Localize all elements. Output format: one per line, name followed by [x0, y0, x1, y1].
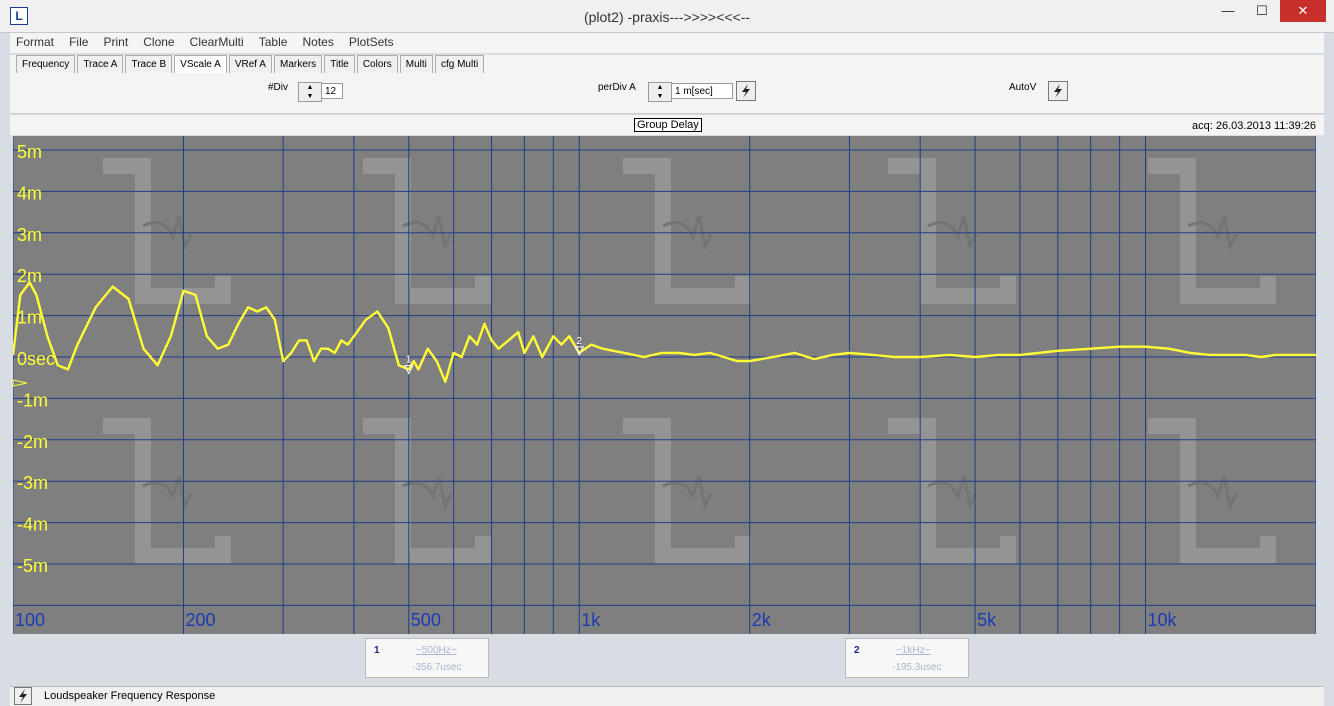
group-delay-chart[interactable]: 5m4m3m2m1m0sec-1m-2m-3m-4m-5m 100 200 500 1… [13, 136, 1316, 634]
perdiv-spinner[interactable]: ▲ ▼ [648, 82, 672, 102]
marker-number: 1 [374, 645, 380, 656]
marker-frequency[interactable]: ~1kHz~ [896, 645, 930, 656]
minimize-button[interactable]: — [1212, 0, 1244, 22]
status-bar: Loudspeaker Frequency Response [10, 686, 1324, 706]
menu-clone[interactable]: Clone [137, 33, 180, 51]
tab-colors[interactable]: Colors [356, 55, 398, 73]
marker-label: 2 [576, 336, 582, 347]
tab-title[interactable]: Title [324, 55, 355, 73]
autov-button[interactable] [1048, 81, 1068, 101]
menu-print[interactable]: Print [97, 33, 134, 51]
acquisition-timestamp: acq: 26.03.2013 11:39:26 [1192, 120, 1316, 132]
menu-format[interactable]: Format [10, 33, 60, 51]
y-tick-label: 5m [17, 142, 42, 162]
menu-file[interactable]: File [63, 33, 94, 51]
marker-number: 2 [854, 645, 860, 656]
close-button[interactable]: ✕ [1280, 0, 1326, 22]
menu-plotsets[interactable]: PlotSets [343, 33, 400, 51]
tab-trace-b[interactable]: Trace B [125, 55, 173, 73]
y-tick-label: -2m [17, 432, 48, 452]
y-tick-label: -3m [17, 473, 48, 493]
menu-notes[interactable]: Notes [296, 33, 339, 51]
x-tick-label: 200 [185, 610, 215, 630]
y-tick-label: -5m [17, 556, 48, 576]
lightning-icon [1054, 84, 1062, 98]
plot-title: Group Delay [634, 118, 702, 132]
maximize-button[interactable]: ☐ [1246, 0, 1278, 22]
marker-2-readout[interactable]: 2 ~1kHz~ -195.3usec [845, 638, 969, 678]
x-tick-label: 2k [752, 610, 772, 630]
menu-table[interactable]: Table [253, 33, 294, 51]
tab-frequency[interactable]: Frequency [16, 55, 76, 73]
y-tick-label: 0sec [17, 349, 55, 369]
x-tick-label: 10k [1148, 610, 1178, 630]
perdiv-field[interactable]: 1 m[sec] [671, 83, 733, 99]
y-tick-label: 1m [17, 308, 42, 328]
autov-label: AutoV [1009, 82, 1037, 93]
perdiv-label: perDiv A [598, 82, 636, 93]
vscale-controls: #Div ▲ ▼ 12 perDiv A ▲ ▼ 1 m[sec] AutoV [10, 75, 1324, 114]
marker-value: -195.3usec [892, 662, 942, 673]
marker-1-readout[interactable]: 1 ~500Hz~ -356.7usec [365, 638, 489, 678]
x-tick-label: 500 [411, 610, 441, 630]
y-tick-label: -4m [17, 515, 48, 535]
plot-header: Group Delay acq: 26.03.2013 11:39:26 [10, 115, 1324, 135]
marker-label: 1 [406, 354, 412, 365]
ndiv-field[interactable]: 12 [321, 83, 343, 99]
x-tick-label: 5k [977, 610, 997, 630]
status-text: Loudspeaker Frequency Response [44, 690, 216, 702]
tab-markers[interactable]: Markers [274, 55, 323, 73]
tab-multi[interactable]: Multi [399, 55, 433, 73]
lightning-icon [19, 689, 27, 703]
window-title: (plot2) -praxis--->>>><<<-- [583, 9, 751, 25]
apply-perdiv-button[interactable] [736, 81, 756, 101]
status-action-button[interactable] [14, 687, 32, 705]
tab-vscale-a[interactable]: VScale A [174, 55, 227, 73]
tab-vref-a[interactable]: VRef A [228, 55, 272, 73]
ndiv-label: #Div [268, 82, 289, 93]
menu-bar: Format File Print Clone ClearMulti Table… [10, 33, 1324, 53]
x-tick-label: 1k [581, 610, 601, 630]
window-title-bar: L (plot2) -praxis--->>>><<<-- — ☐ ✕ [0, 0, 1334, 33]
tab-cfg-multi[interactable]: cfg Multi [434, 55, 485, 73]
x-tick-label: 100 [15, 610, 45, 630]
menu-clearmulti[interactable]: ClearMulti [184, 33, 250, 51]
lightning-icon [742, 84, 750, 98]
marker-value: -356.7usec [412, 662, 462, 673]
marker-frequency[interactable]: ~500Hz~ [416, 645, 457, 656]
tab-trace-a[interactable]: Trace A [77, 55, 124, 73]
settings-tabs: Frequency Trace A Trace B VScale A VRef … [10, 55, 1324, 75]
y-tick-label: -1m [17, 390, 48, 410]
y-tick-label: 3m [17, 225, 42, 245]
ndiv-spinner[interactable]: ▲ ▼ [298, 82, 322, 102]
y-tick-label: 4m [17, 183, 42, 203]
